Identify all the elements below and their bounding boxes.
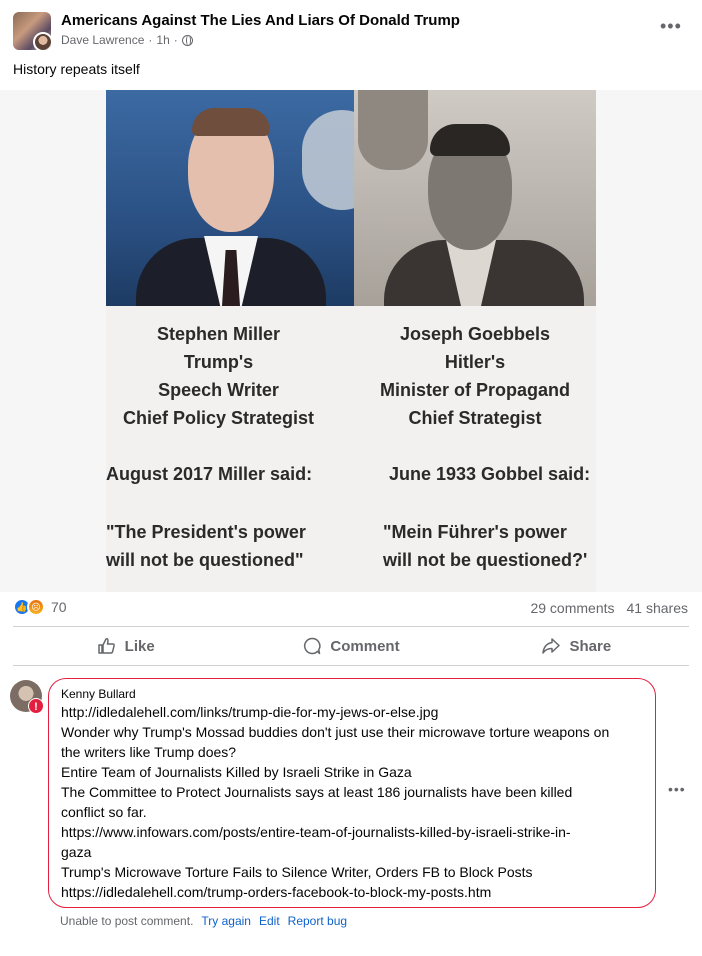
post-header: Americans Against The Lies And Liars Of … xyxy=(0,0,702,90)
comment-line: conflict so far. xyxy=(61,804,147,820)
meme-right-line: Hitler's xyxy=(444,352,506,372)
comment-line: the writers like Trump does? xyxy=(61,744,237,760)
share-arrow-icon xyxy=(542,638,561,654)
meme-left-line: Chief Policy Strategist xyxy=(122,408,315,428)
report-bug-link[interactable]: Report bug xyxy=(288,914,347,928)
engagement-counts: 29 comments 41 shares xyxy=(530,600,688,616)
post-actions: Like Comment Share xyxy=(13,626,689,666)
comment-bubble[interactable]: Kenny Bullard http://idledalehell.com/li… xyxy=(48,678,656,908)
meme-left-quote-line: "The President's power xyxy=(106,522,306,542)
post-meta: Dave Lawrence · 1h · xyxy=(61,33,193,47)
comment-line: Wonder why Trump's Mossad buddies don't … xyxy=(61,724,610,740)
more-options-icon[interactable]: ••• xyxy=(660,16,682,37)
reaction-count[interactable]: 70 xyxy=(51,599,67,615)
edit-link[interactable]: Edit xyxy=(259,914,280,928)
comment-line: Trump's Microwave Torture Fails to Silen… xyxy=(61,864,533,880)
meme-right-quote-line: "Mein Führer's power xyxy=(383,522,567,542)
comment-button[interactable]: Comment xyxy=(238,627,463,665)
share-button[interactable]: Share xyxy=(464,627,689,665)
meme-left-caption: Stephen Miller Trump's Speech Writer Chi… xyxy=(106,320,331,432)
photo-joseph-goebbels xyxy=(354,90,596,306)
meta-separator: · xyxy=(148,33,153,47)
meme-right-said: June 1933 Gobbel said: xyxy=(389,464,591,484)
comment-more-icon[interactable]: ••• xyxy=(668,781,686,797)
meme-image: Stephen Miller Trump's Speech Writer Chi… xyxy=(106,90,596,592)
angry-reaction-icon: ☹ xyxy=(27,598,45,616)
meme-left-quote-line: will not be questioned" xyxy=(106,550,304,570)
comment-line: gaza xyxy=(61,844,92,860)
meme-left-line: Stephen Miller xyxy=(156,324,281,344)
shares-count[interactable]: 41 shares xyxy=(627,600,688,616)
meme-right-line: Minister of Propagand xyxy=(379,380,570,400)
error-status: Unable to post comment. xyxy=(60,914,194,928)
share-label: Share xyxy=(569,637,612,655)
comment-line: http://idledalehell.com/links/trump-die-… xyxy=(61,704,439,720)
meme-right-caption: Joseph Goebbels Hitler's Minister of Pro… xyxy=(354,320,596,432)
comment-section: ! Kenny Bullard http://idledalehell.com/… xyxy=(0,668,702,956)
reactions-summary[interactable]: 👍 ☹ 70 xyxy=(13,598,67,616)
thumbs-up-icon xyxy=(97,638,115,654)
globe-icon xyxy=(181,34,193,46)
meta-separator: · xyxy=(173,33,178,47)
meme-left-quote: "The President's power will not be quest… xyxy=(106,518,306,574)
like-label: Like xyxy=(124,637,155,655)
post-stats: 👍 ☹ 70 29 comments 41 shares xyxy=(0,592,702,622)
post-author[interactable]: Dave Lawrence xyxy=(61,33,144,47)
meme-left-line: Speech Writer xyxy=(158,380,279,400)
meme-right-line: Joseph Goebbels xyxy=(399,324,551,344)
comments-count[interactable]: 29 comments xyxy=(530,600,614,616)
comment-line: Entire Team of Journalists Killed by Isr… xyxy=(61,764,412,780)
group-avatar[interactable] xyxy=(13,12,51,50)
meme-left-line: Trump's xyxy=(183,352,254,372)
comment-line: https://idledalehell.com/trump-orders-fa… xyxy=(61,884,492,900)
comment-error-row: Unable to post comment. Try again Edit R… xyxy=(60,914,347,928)
group-name[interactable]: Americans Against The Lies And Liars Of … xyxy=(61,12,460,29)
post-text: History repeats itself xyxy=(13,61,140,77)
photo-stephen-miller xyxy=(106,90,354,306)
author-avatar[interactable] xyxy=(33,32,51,50)
meme-right-quote-line: will not be questioned?' xyxy=(383,550,588,570)
comment-label: Comment xyxy=(330,637,400,655)
meme-right-line: Chief Strategist xyxy=(408,408,542,428)
comment-line: The Committee to Protect Journalists say… xyxy=(61,784,573,800)
like-button[interactable]: Like xyxy=(13,627,238,665)
post-time[interactable]: 1h xyxy=(156,33,169,47)
post-image-container[interactable]: Stephen Miller Trump's Speech Writer Chi… xyxy=(0,90,702,592)
error-icon: ! xyxy=(28,698,44,714)
comment-bubble-icon xyxy=(304,637,321,655)
meme-left-said: August 2017 Miller said: xyxy=(106,464,313,484)
try-again-link[interactable]: Try again xyxy=(201,914,251,928)
commenter-name[interactable]: Kenny Bullard xyxy=(61,687,655,701)
comment-line: https://www.infowars.com/posts/entire-te… xyxy=(61,824,571,840)
meme-right-quote: "Mein Führer's power will not be questio… xyxy=(383,518,587,574)
